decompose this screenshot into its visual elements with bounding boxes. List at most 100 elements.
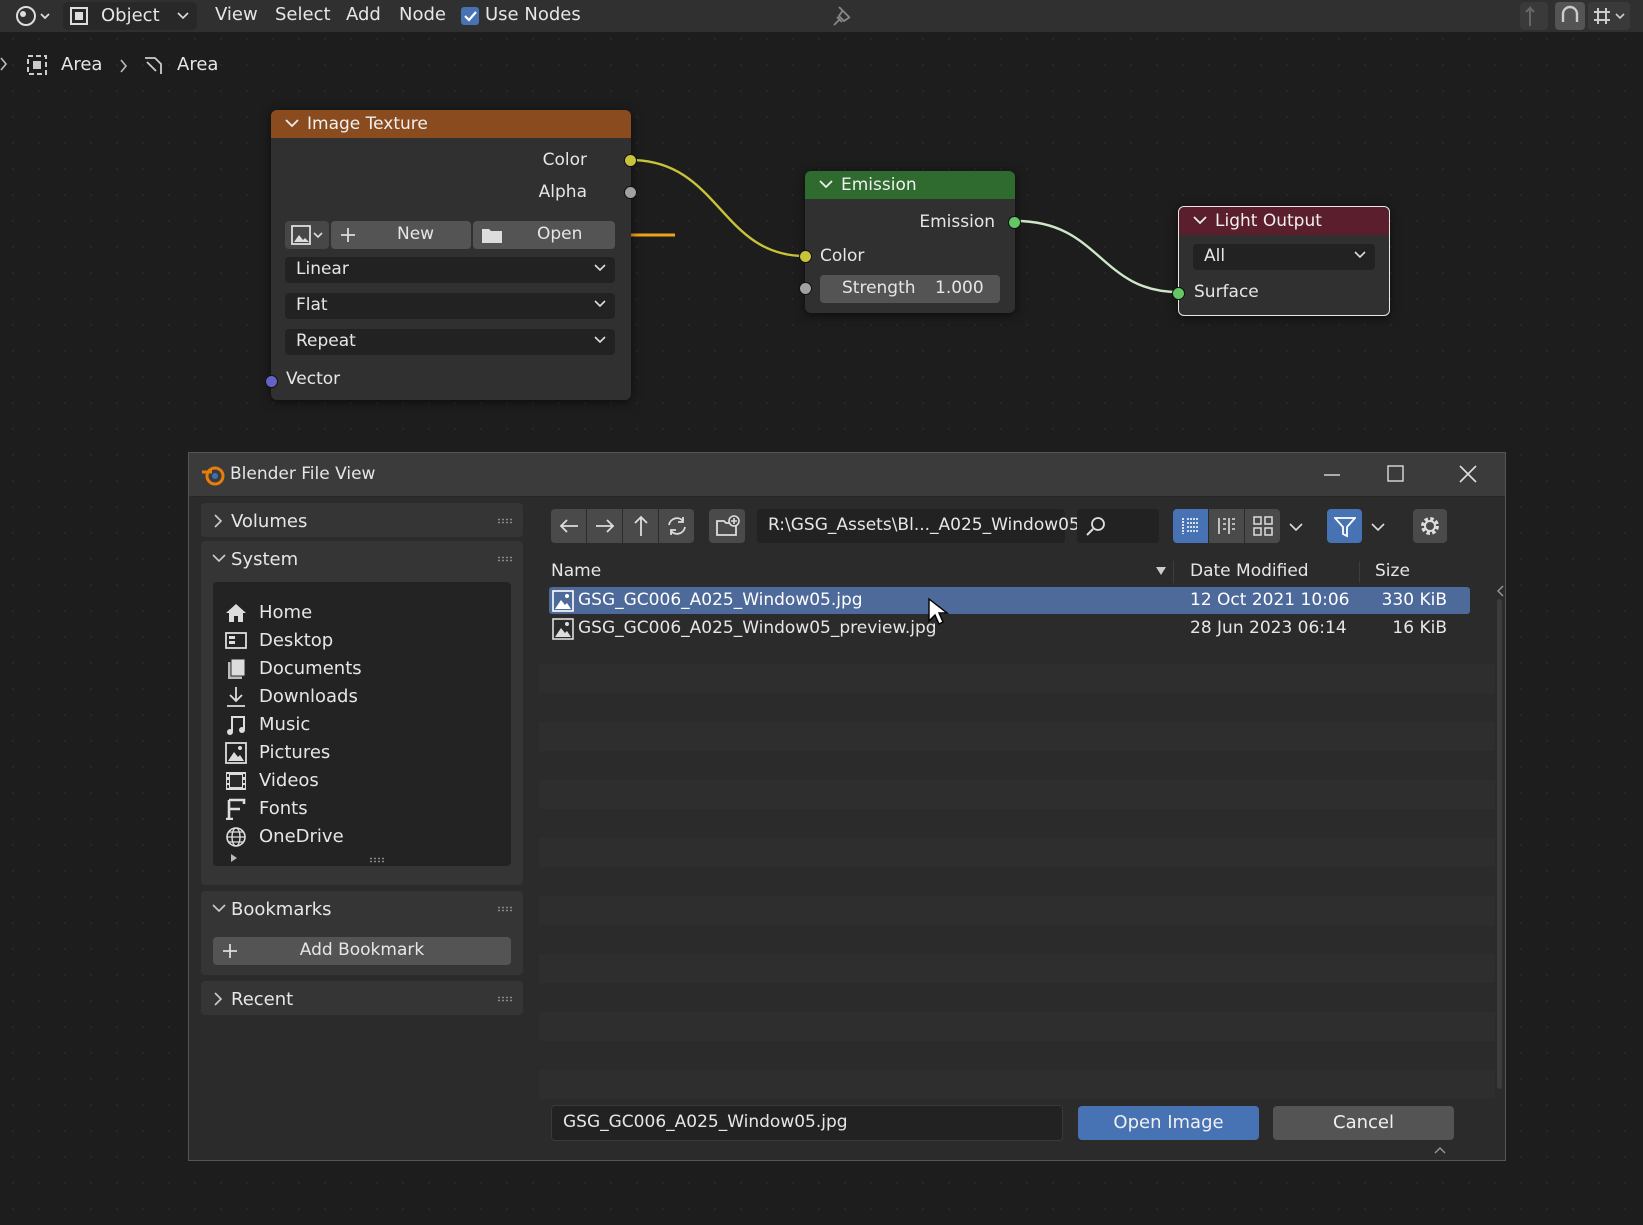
sidebar-item-downloads[interactable]: Downloads [225,683,515,711]
image-texture-node[interactable]: Image Texture Color Alpha New Open Linea… [265,110,637,400]
filter-toggle-button[interactable] [1327,509,1362,543]
list-stripe [539,722,1495,751]
drag-grip-icon[interactable] [497,906,513,912]
sidebar-item-documents[interactable]: Documents [225,655,515,683]
close-icon[interactable] [1459,465,1477,483]
maximize-icon[interactable] [1387,465,1405,483]
output-color-socket[interactable] [624,154,637,167]
interpolation-dropdown[interactable]: Linear [285,257,615,283]
open-image-submit-button[interactable]: Open Image [1078,1106,1259,1140]
resize-grip-icon[interactable] [369,857,385,863]
sidebar-item-onedrive[interactable]: OneDrive [225,823,515,851]
forward-button[interactable] [587,509,622,543]
filename-field[interactable]: GSG_GC006_A025_Window05.jpg [551,1105,1063,1141]
directory-path: R:\GSG_Assets\Bl..._A025_Window05\ [768,515,1086,535]
image-browse-button[interactable] [285,221,329,249]
input-vector-socket[interactable] [265,375,278,388]
interpolation-value: Linear [296,259,349,279]
settings-button[interactable] [1413,509,1447,543]
file-row-selected[interactable]: GSG_GC006_A025_Window05.jpg 12 Oct 2021 … [549,587,1470,614]
emission-node[interactable]: Emission Emission Color Strength 1.000 [799,171,1021,313]
light-output-node[interactable]: Light Output All Surface [1172,206,1390,316]
display-thumbnails-button[interactable] [1245,509,1280,543]
volumes-title: Volumes [231,511,308,532]
refresh-button[interactable] [659,509,694,543]
sidebar-item-pictures[interactable]: Pictures [225,739,515,767]
file-row[interactable]: GSG_GC006_A025_Window05_preview.jpg 28 J… [549,615,1470,642]
column-size[interactable]: Size [1375,561,1410,581]
vertical-list-icon [1182,518,1199,534]
node-header[interactable]: Image Texture [271,110,631,138]
node-title: Image Texture [307,114,428,134]
add-bookmark-button[interactable]: Add Bookmark [213,937,511,965]
sidebar-item-label: Home [259,602,313,623]
node-header[interactable]: Light Output [1179,207,1389,235]
target-dropdown[interactable]: All [1193,244,1375,270]
input-surface-socket[interactable] [1172,287,1185,300]
projection-dropdown[interactable]: Flat [285,293,615,319]
arrow-right-icon [596,519,615,533]
filter-settings-dropdown[interactable] [1363,509,1393,543]
drag-grip-icon[interactable] [497,556,513,562]
chevron-down-icon [1289,523,1303,532]
parent-directory-button[interactable] [623,509,658,543]
input-color-socket[interactable] [799,250,812,263]
search-field[interactable] [1077,509,1159,543]
node-header[interactable]: Emission [805,171,1015,199]
sidebar-item-fonts[interactable]: Fonts [225,795,515,823]
volumes-panel[interactable]: Volumes [201,503,523,537]
image-icon [291,225,323,245]
drag-grip-icon[interactable] [497,996,513,1002]
collapse-chevron-icon[interactable] [212,554,226,564]
drag-grip-icon[interactable] [497,518,513,524]
collapse-panel-arrow-icon[interactable] [1495,584,1505,598]
expand-triangle-icon[interactable] [229,853,239,863]
bookmarks-panel: Bookmarks Add Bookmark [201,891,523,975]
image-file-icon [552,590,574,612]
file-name: GSG_GC006_A025_Window05.jpg [578,590,863,610]
back-button[interactable] [551,509,586,543]
open-image-button[interactable]: Open [473,221,615,249]
node-title: Light Output [1215,211,1322,231]
new-directory-button[interactable] [709,509,745,543]
arrow-up-icon [634,515,648,536]
extension-value: Repeat [296,331,356,351]
extension-dropdown[interactable]: Repeat [285,329,615,355]
cancel-label: Cancel [1333,1112,1394,1133]
recent-panel[interactable]: Recent [201,981,523,1015]
dialog-titlebar[interactable]: Blender File View [189,453,1505,497]
collapse-chevron-icon[interactable] [819,180,833,190]
file-browser-main: R:\GSG_Assets\Bl..._A025_Window05\ Name … [537,497,1505,1160]
display-vertical-list-button[interactable] [1173,509,1208,543]
cancel-button[interactable]: Cancel [1273,1106,1454,1140]
collapse-chevron-icon[interactable] [1193,216,1207,226]
dialog-title: Blender File View [230,464,376,484]
projection-value: Flat [296,295,328,315]
expand-chevron-icon [214,514,223,528]
directory-path-field[interactable]: R:\GSG_Assets\Bl..._A025_Window05\ [757,509,1086,543]
sidebar-item-music[interactable]: Music [225,711,515,739]
column-date-modified[interactable]: Date Modified [1190,561,1309,581]
collapse-up-icon[interactable] [1433,1145,1447,1155]
collapse-chevron-icon[interactable] [212,904,226,914]
display-horizontal-list-button[interactable] [1209,509,1244,543]
input-strength-socket[interactable] [799,282,812,295]
vertical-scrollbar[interactable] [1497,599,1502,1089]
sort-descending-icon[interactable] [1155,566,1167,576]
display-settings-dropdown[interactable] [1281,509,1311,543]
new-image-button[interactable]: New [331,221,471,249]
sidebar-item-home[interactable]: Home [225,599,515,627]
output-emission-socket[interactable] [1008,216,1021,229]
minimize-icon[interactable] [1323,468,1341,482]
sidebar-item-desktop[interactable]: Desktop [225,627,515,655]
input-surface-label: Surface [1194,282,1259,302]
strength-field[interactable]: Strength 1.000 [820,275,1000,303]
output-alpha-socket[interactable] [624,186,637,199]
collapse-chevron-icon[interactable] [285,119,299,129]
open-image-submit-label: Open Image [1113,1112,1224,1133]
target-value: All [1204,246,1226,266]
column-name[interactable]: Name [551,561,601,581]
sidebar-item-videos[interactable]: Videos [225,767,515,795]
list-stripe [539,664,1495,693]
pictures-icon [225,742,247,764]
